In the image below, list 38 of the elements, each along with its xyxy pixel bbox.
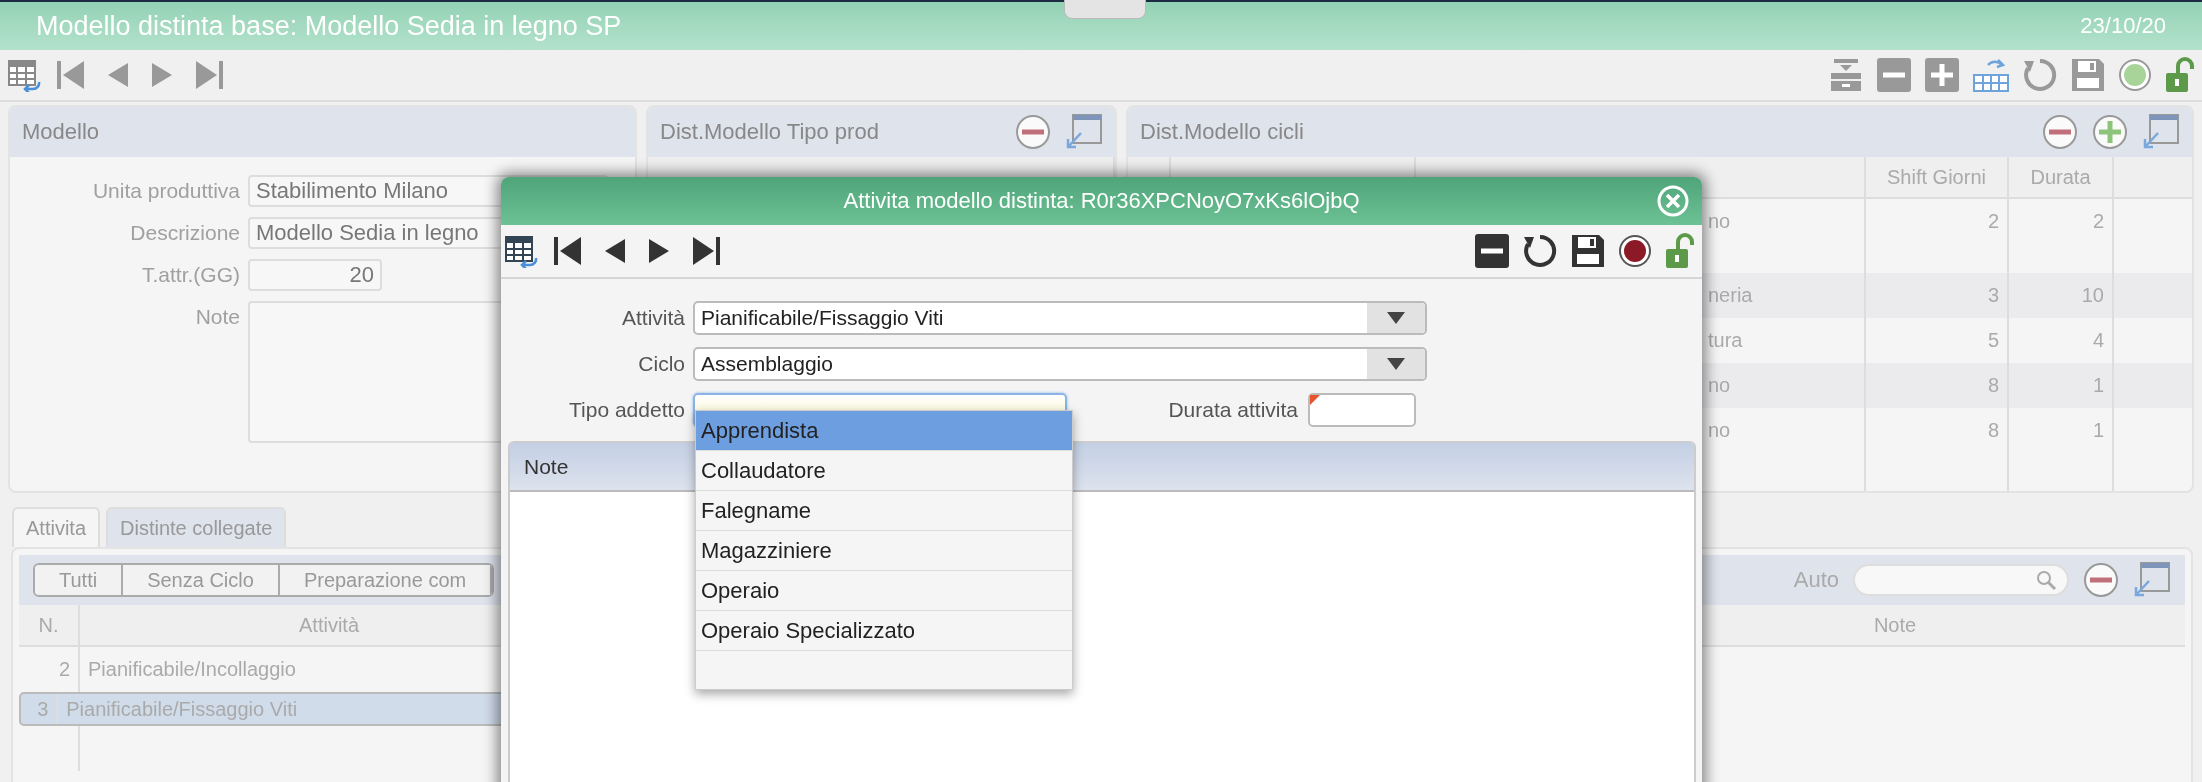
date-label: 23/10/20	[2080, 13, 2166, 39]
table-cell: 1	[2092, 419, 2104, 441]
table-cell: tura	[1708, 329, 1743, 351]
table-cell: 3	[37, 697, 49, 720]
field-label: T.attr.(GG)	[141, 262, 240, 288]
field-label: Descrizione	[129, 220, 240, 246]
window-title: Modello distinta base: Modello Sedia in legno SP	[36, 10, 622, 42]
field-label: Attività	[620, 306, 685, 330]
table-cell: neria	[1708, 284, 1753, 306]
panel-title: Dist.Modello Tipo prod	[660, 119, 880, 145]
table-cell: 8	[1987, 374, 1999, 396]
panel-title: Dist.Modello cicli	[1140, 119, 1305, 145]
table-cell: 2	[2092, 210, 2104, 232]
field-label: Ciclo	[637, 352, 685, 376]
search-label: Auto	[1793, 567, 1839, 593]
table-cell: no	[1708, 419, 1731, 441]
column-header: Shift Giorni	[1866, 157, 2009, 197]
field-label: Durata attivita	[1168, 398, 1298, 422]
table-cell: 5	[1987, 329, 1999, 351]
column-header: Durata	[2009, 157, 2114, 197]
dialog-title: Attivita modello distinta: R0r36XPCNoyO7xKs6lOjbQ	[843, 188, 1360, 214]
table-cell: Pianificabile/Fissaggio Viti	[66, 697, 298, 720]
panel-title: Modello	[22, 119, 101, 145]
table-cell: Pianificabile/Incollaggio	[88, 658, 296, 680]
table-cell: 2	[1987, 210, 1999, 232]
field-label: Note	[194, 304, 240, 330]
table-cell: no	[1708, 374, 1731, 396]
table-cell: no	[1708, 210, 1731, 232]
field-label: Unita produttiva	[91, 178, 240, 204]
table-cell: 2	[58, 658, 70, 680]
column-header: Note	[1872, 613, 1918, 638]
table-cell: 1	[2092, 374, 2104, 396]
field-label: Tipo addetto	[568, 398, 685, 422]
table-cell: 4	[2092, 329, 2104, 351]
table-cell: 8	[1987, 419, 1999, 441]
table-cell: 3	[1987, 284, 1999, 306]
table-cell: 10	[2081, 284, 2104, 306]
column-header: N.	[19, 605, 80, 645]
